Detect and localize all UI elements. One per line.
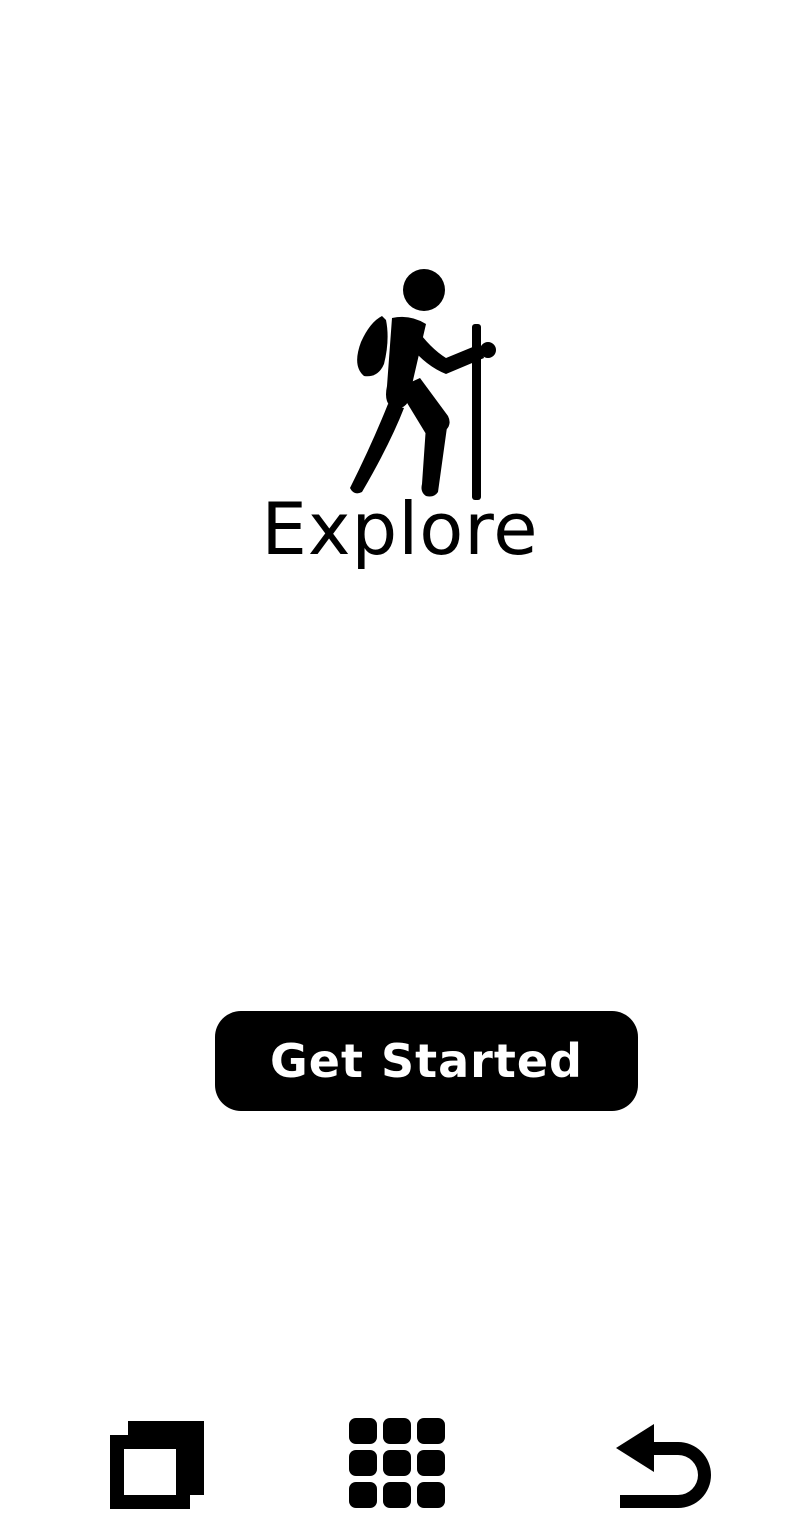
apps-button[interactable] <box>342 1413 452 1513</box>
app-logo: Explore <box>230 262 570 582</box>
back-button[interactable] <box>612 1413 722 1513</box>
hiker-icon <box>350 269 496 500</box>
system-nav-bar <box>0 1405 790 1515</box>
apps-grid-icon <box>349 1418 445 1508</box>
get-started-button[interactable]: Get Started <box>215 1011 638 1111</box>
splash-screen: Explore Get Started <box>0 0 790 1515</box>
recents-button[interactable] <box>103 1413 213 1513</box>
back-icon <box>616 1424 711 1508</box>
app-name: Explore <box>261 487 539 571</box>
recents-icon <box>110 1421 204 1509</box>
